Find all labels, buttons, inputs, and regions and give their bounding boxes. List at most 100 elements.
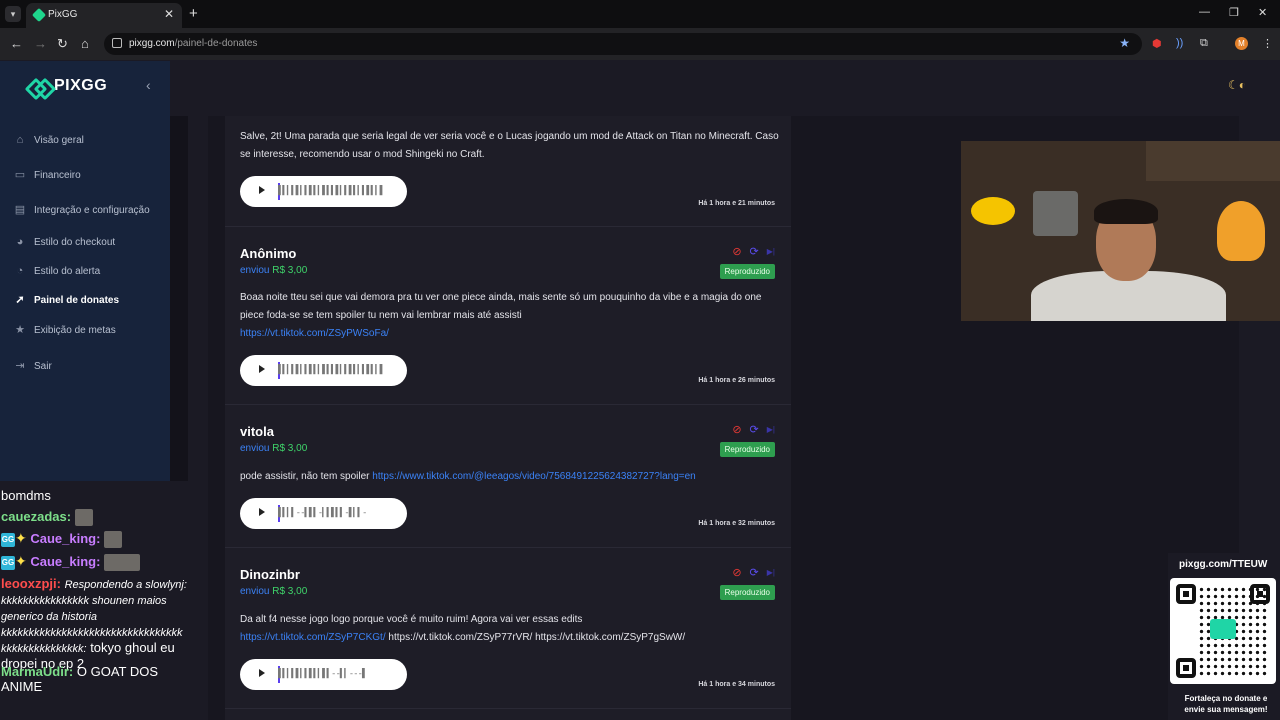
streamer-hair <box>1094 199 1158 224</box>
replay-icon[interactable]: ⟳ <box>750 567 759 579</box>
bookmark-star-icon[interactable]: ★ <box>1119 36 1130 50</box>
status-badge: Reproduzido <box>719 442 775 457</box>
waveform[interactable]: ▌▍▎▍▌▎▍▌▍▎▌▍--▍▎---▌ <box>278 668 394 681</box>
skip-icon[interactable]: ▶| <box>767 246 775 258</box>
wallet-icon: ▭ <box>14 169 26 181</box>
donation-feed: Salve, 2t! Uma parada que seria legal de… <box>225 116 791 720</box>
sidebar-item-visao-geral[interactable]: ⌂ Visão geral <box>14 134 84 146</box>
chat-message: bomdms <box>1 488 51 503</box>
donation-message: Salve, 2t! Uma parada que seria legal de… <box>240 131 779 160</box>
restore-icon[interactable]: ❐ <box>1229 6 1239 19</box>
menu-dots-icon[interactable]: ⋮ <box>1262 37 1273 50</box>
chat-message: GG✦ Caue_king: <box>1 530 123 549</box>
waveform[interactable]: ▌▍▎▍▌▎▍▌▍▎▌▍▍▌▎▍▌▍▎▍▌▍▎▌ <box>278 364 394 377</box>
audio-player[interactable]: ▌▍▎▍▌▎▍▌▍▎▌▍▍▌▎▍▌▍▎▍▌▍▎▌ <box>240 355 407 386</box>
tab-close-icon[interactable]: ✕ <box>164 7 174 21</box>
chat-emote <box>74 509 93 527</box>
tab-search-icon[interactable]: ▾ <box>5 6 21 22</box>
pixgg-logo-icon <box>28 78 50 94</box>
url-field[interactable]: pixgg.com/painel-de-donates ★ <box>104 33 1142 55</box>
window-close-icon[interactable]: ✕ <box>1258 6 1267 19</box>
waveform[interactable]: ▌▍▎▍▌▎▍▌▍▎▌▍▍▌▎▍▌▍▎▍▌▍▎▌ <box>278 185 394 198</box>
minimize-icon[interactable]: — <box>1199 6 1210 18</box>
theme-toggle-icon[interactable]: ☾◐ <box>1228 78 1246 92</box>
chat-message: GG✦ Caue_king: <box>1 554 141 572</box>
rocket-icon: ➚ <box>15 294 25 306</box>
donation-link[interactable]: https://vt.tiktok.com/ZSyPWSoFa/ <box>240 328 389 339</box>
palette-icon: ◕ <box>16 236 24 248</box>
block-icon[interactable]: ⊘ <box>732 567 741 579</box>
donor-name: Dinozinbr <box>240 567 300 582</box>
pixgg-logo[interactable]: PIXGG <box>28 77 107 95</box>
chat-overlay: bomdms cauezadas: GG✦ Caue_king: GG✦ Cau… <box>0 481 200 720</box>
sidebar-item-estilo-alerta[interactable]: ◔ Estilo do alerta <box>14 265 100 277</box>
palette-icon: ◔ <box>16 265 24 277</box>
chat-badge-icon: GG <box>1 532 15 547</box>
extension-icon[interactable]: ⬢ <box>1152 37 1162 50</box>
qr-caption: Fortaleça no donate e envie sua mensagem… <box>1184 694 1268 714</box>
donation-message: Boaa noite tteu sei que vai demora pra t… <box>240 292 762 339</box>
play-icon[interactable] <box>259 186 265 194</box>
reload-icon[interactable]: ↻ <box>57 36 68 52</box>
chat-message: MarmaUdir: O GOAT DOS ANIME <box>1 664 159 694</box>
chat-badge-icon: GG <box>1 555 15 570</box>
chat-emote <box>104 531 123 549</box>
donation-card: Anônimo enviou R$ 3,00 ⊘ ⟳ ▶| Reproduzid… <box>225 227 791 405</box>
webcam-lamp-left <box>971 197 1015 225</box>
media-icon[interactable]: )) <box>1176 37 1183 49</box>
sidebar-item-financeiro[interactable]: ▭ Financeiro <box>14 169 81 181</box>
top-bar <box>170 61 1280 116</box>
logout-icon: ⇥ <box>15 360 25 372</box>
replay-icon[interactable]: ⟳ <box>750 246 759 258</box>
sidebar-item-exibicao-metas[interactable]: ★ Exibição de metas <box>14 324 116 336</box>
block-icon[interactable]: ⊘ <box>732 424 741 436</box>
donation-amount: enviou R$ 3,00 <box>240 443 308 454</box>
donation-message: pode assistir, não tem spoiler https://w… <box>240 471 696 482</box>
skip-icon[interactable]: ▶| <box>767 424 775 436</box>
chat-emote <box>104 554 141 572</box>
replay-icon[interactable]: ⟳ <box>750 424 759 436</box>
audio-player[interactable]: ▌▍▎▍--▍▌▍-▎▍▌▍▍-▌▎▍- <box>240 498 407 529</box>
sidebar-item-painel-donates[interactable]: ➚ Painel de donates <box>14 294 119 306</box>
donation-time: Há 1 hora e 21 minutos <box>698 200 775 207</box>
address-bar-row: ← → ↻ ⌂ pixgg.com/painel-de-donates ★ ⬢ … <box>0 28 1280 60</box>
sidebar-item-estilo-checkout[interactable]: ◕ Estilo do checkout <box>14 236 116 248</box>
donation-card: vitola enviou R$ 3,00 ⊘ ⟳ ▶| Reproduzido… <box>225 405 791 548</box>
play-icon[interactable] <box>259 508 265 516</box>
extensions-puzzle-icon[interactable]: ⧉ <box>1200 37 1208 50</box>
donation-time: Há 1 hora e 34 minutos <box>698 681 775 688</box>
site-info-icon[interactable] <box>112 38 122 48</box>
donation-link[interactable]: https://www.tiktok.com/@leeagos/video/75… <box>372 471 695 482</box>
sparkle-icon: ✦ <box>15 530 27 546</box>
new-tab-icon[interactable]: + <box>189 5 198 22</box>
donation-actions: ⊘ ⟳ ▶| <box>732 567 775 579</box>
qr-code <box>1170 578 1276 684</box>
sidebar-item-integracao[interactable]: ▤ Integração e configuração <box>14 204 150 216</box>
profile-avatar[interactable]: M <box>1235 37 1248 50</box>
home-icon[interactable]: ⌂ <box>81 36 89 51</box>
audio-player[interactable]: ▌▍▎▍▌▎▍▌▍▎▌▍--▍▎---▌ <box>240 659 407 690</box>
donation-time: Há 1 hora e 32 minutos <box>698 520 775 527</box>
settings-icon: ▤ <box>14 204 26 216</box>
donor-name: Anônimo <box>240 246 297 261</box>
chat-message: cauezadas: <box>1 509 93 527</box>
back-icon[interactable]: ← <box>10 36 23 51</box>
star-icon: ★ <box>15 324 25 336</box>
sidebar-item-sair[interactable]: ⇥ Sair <box>14 360 51 372</box>
play-icon[interactable] <box>259 669 265 677</box>
tab-title: PixGG <box>48 9 78 20</box>
block-icon[interactable]: ⊘ <box>732 246 741 258</box>
forward-icon[interactable]: → <box>34 36 47 51</box>
donation-time: Há 1 hora e 26 minutos <box>698 377 775 384</box>
donor-name: vitola <box>240 424 274 439</box>
skip-icon[interactable]: ▶| <box>767 567 775 579</box>
audio-player[interactable]: ▌▍▎▍▌▎▍▌▍▎▌▍▍▌▎▍▌▍▎▍▌▍▎▌ <box>240 176 407 207</box>
qr-panel: pixgg.com/TTEUW Fortaleça no donate e en… <box>1168 553 1280 720</box>
donation-link[interactable]: https://vt.tiktok.com/ZSyP7CKGt/ <box>240 632 386 643</box>
browser-tab[interactable]: PixGG ✕ <box>26 3 182 28</box>
donation-message: Da alt f4 nesse jogo logo porque você é … <box>240 614 686 643</box>
sidebar: PIXGG ‹ ⌂ Visão geral ▭ Financeiro ▤ Integr… <box>0 61 170 481</box>
waveform[interactable]: ▌▍▎▍--▍▌▍-▎▍▌▍▍-▌▎▍- <box>278 507 394 520</box>
play-icon[interactable] <box>259 365 265 373</box>
collapse-sidebar-icon[interactable]: ‹ <box>146 77 151 93</box>
